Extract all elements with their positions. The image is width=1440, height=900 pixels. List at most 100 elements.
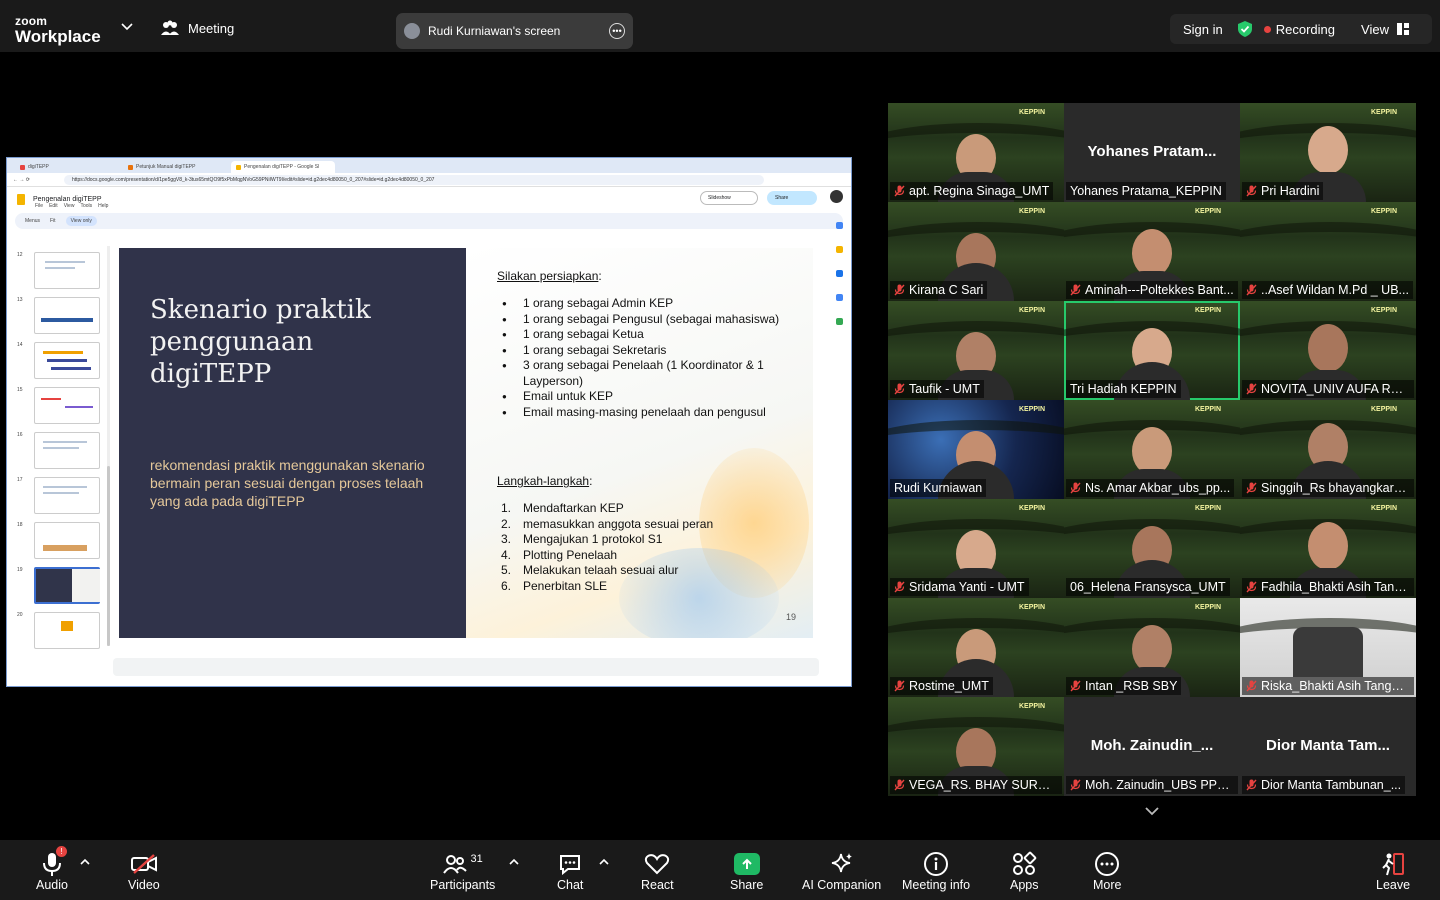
- participant-tile[interactable]: KEPPIN Pri Hardini: [1240, 103, 1416, 202]
- menu-help[interactable]: Help: [98, 203, 108, 209]
- participant-tile[interactable]: KEPPIN Kirana C Sari: [888, 202, 1064, 301]
- participant-face: [1132, 625, 1172, 673]
- menu-edit[interactable]: Edit: [49, 203, 58, 209]
- chat-button[interactable]: Chat: [557, 850, 583, 892]
- maps-icon[interactable]: [836, 318, 843, 325]
- participant-tile[interactable]: KEPPIN Rudi Kurniawan: [888, 400, 1064, 499]
- participants-button[interactable]: 31 Participants: [430, 850, 495, 892]
- browser-tab-active[interactable]: Pengenalan digiTEPP - Google Sl: [231, 161, 335, 173]
- event-logo: KEPPIN: [1018, 406, 1046, 413]
- leave-icon: [1382, 853, 1405, 876]
- speaker-notes[interactable]: [113, 658, 819, 676]
- participant-tile[interactable]: Yohanes Pratam... Yohanes Pratama_KEPPIN: [1064, 103, 1240, 202]
- browser-tab[interactable]: Petunjuk Manual digiTEPP: [123, 161, 227, 173]
- slide-thumbnail[interactable]: 17: [13, 477, 107, 515]
- slide-thumbnail[interactable]: 14: [13, 342, 107, 380]
- chevron-up-icon[interactable]: [80, 858, 90, 866]
- participant-tile[interactable]: KEPPIN Sridama Yanti - UMT: [888, 499, 1064, 598]
- view-only-badge[interactable]: View only: [65, 216, 97, 226]
- thumb-number: 13: [17, 297, 23, 303]
- meeting-info-button[interactable]: Meeting info: [902, 850, 970, 892]
- zoom-logo[interactable]: zoom Workplace: [15, 14, 101, 45]
- shield-check-icon[interactable]: [1236, 20, 1254, 38]
- avatar: [404, 23, 420, 39]
- list-item: 1. Mendaftarkan KEP: [501, 501, 624, 515]
- slide-thumbnail-selected[interactable]: 19: [13, 567, 107, 605]
- account-avatar[interactable]: [830, 190, 843, 203]
- event-logo: KEPPIN: [1018, 604, 1046, 611]
- menu-file[interactable]: File: [35, 203, 43, 209]
- slide-thumbnail[interactable]: 18: [13, 522, 107, 560]
- participant-tile[interactable]: KEPPIN Intan _RSB SBY: [1064, 598, 1240, 697]
- filmstrip-scrollbar[interactable]: [107, 246, 110, 646]
- slide-thumbnail[interactable]: 13: [13, 297, 107, 335]
- participant-tile[interactable]: KEPPIN VEGA_RS. BHAY SURABA...: [888, 697, 1064, 796]
- participant-tile[interactable]: KEPPIN Ns. Amar Akbar_ubs_pp...: [1064, 400, 1240, 499]
- more-button[interactable]: More: [1093, 850, 1121, 892]
- browser-tab[interactable]: digiTEPP: [15, 161, 119, 173]
- leave-button[interactable]: Leave: [1376, 850, 1410, 892]
- participant-tile[interactable]: KEPPIN NOVITA_UNIV AUFA RO...: [1240, 301, 1416, 400]
- apps-button[interactable]: Apps: [1010, 850, 1039, 892]
- participant-name-bar: NOVITA_UNIV AUFA RO...: [1242, 380, 1414, 398]
- participant-name: Taufik - UMT: [909, 382, 980, 396]
- participant-tile[interactable]: Dior Manta Tam... Dior Manta Tambunan_...: [1240, 697, 1416, 796]
- participant-tile[interactable]: KEPPIN Tri Hadiah KEPPIN: [1064, 301, 1240, 400]
- url-field[interactable]: https://docs.google.com/presentation/d/1…: [63, 174, 764, 185]
- ai-companion-button[interactable]: AI Companion: [802, 850, 881, 892]
- video-off-icon: [130, 854, 157, 874]
- participant-name: ..Asef Wildan M.Pd _ UB...: [1261, 283, 1409, 297]
- meeting-button[interactable]: Meeting: [160, 20, 234, 36]
- audio-button[interactable]: ! Audio: [36, 846, 68, 892]
- participant-tile[interactable]: Riska_Bhakti Asih Tanger...: [1240, 598, 1416, 697]
- zoom-select[interactable]: Fit: [50, 218, 56, 224]
- participant-name-bar: Riska_Bhakti Asih Tanger...: [1242, 677, 1414, 695]
- react-button[interactable]: React: [641, 850, 674, 892]
- menus-search[interactable]: Menus: [25, 218, 40, 224]
- event-logo: KEPPIN: [1194, 307, 1222, 314]
- calendar-icon[interactable]: [836, 222, 843, 229]
- chevron-up-icon[interactable]: [509, 858, 519, 866]
- participant-tile[interactable]: Moh. Zainudin_... Moh. Zainudin_UBS PPNI.…: [1064, 697, 1240, 796]
- participant-tile[interactable]: KEPPIN Aminah---Poltekkes Bant...: [1064, 202, 1240, 301]
- participant-tile[interactable]: KEPPIN Fadhila_Bhakti Asih Tang...: [1240, 499, 1416, 598]
- slide-thumbnail[interactable]: 16: [13, 432, 107, 470]
- event-logo: KEPPIN: [1194, 505, 1222, 512]
- menu-view[interactable]: View: [64, 203, 75, 209]
- participant-tile[interactable]: KEPPIN Rostime_UMT: [888, 598, 1064, 697]
- chevron-down-icon[interactable]: [1144, 806, 1160, 816]
- mic-muted-icon: [894, 779, 905, 791]
- participant-tile[interactable]: KEPPIN Singgih_Rs bhayangkara...: [1240, 400, 1416, 499]
- slideshow-button[interactable]: Slideshow: [700, 191, 758, 205]
- slide-thumbnail[interactable]: 15: [13, 387, 107, 425]
- sign-in-button[interactable]: Sign in: [1170, 22, 1236, 37]
- screen-share-indicator[interactable]: Rudi Kurniawan's screen •••: [396, 13, 633, 49]
- participant-name: Rostime_UMT: [909, 679, 989, 693]
- nav-arrows-icon[interactable]: ← → ⟳: [13, 177, 30, 183]
- favicon-icon: [20, 164, 25, 170]
- keep-icon[interactable]: [836, 246, 843, 253]
- view-button[interactable]: View: [1361, 22, 1409, 37]
- participant-name-bar: 06_Helena Fransysca_UMT: [1066, 578, 1230, 596]
- recording-indicator[interactable]: Recording: [1254, 22, 1335, 37]
- chevron-down-icon[interactable]: [121, 22, 133, 32]
- tab-label: Petunjuk Manual digiTEPP: [136, 164, 196, 170]
- menu-tools[interactable]: Tools: [80, 203, 92, 209]
- chevron-up-icon[interactable]: [599, 858, 609, 866]
- slide-thumbnail[interactable]: 12: [13, 252, 107, 290]
- participant-tile[interactable]: KEPPIN ..Asef Wildan M.Pd _ UB...: [1240, 202, 1416, 301]
- share-screen-button[interactable]: Share: [730, 850, 763, 892]
- participant-name-bar: Taufik - UMT: [890, 380, 984, 398]
- participant-tile[interactable]: KEPPIN 06_Helena Fransysca_UMT: [1064, 499, 1240, 598]
- doc-title[interactable]: Pengenalan digiTEPP: [33, 196, 102, 203]
- participant-tile[interactable]: KEPPIN Taufik - UMT: [888, 301, 1064, 400]
- slide-thumbnail[interactable]: 20: [13, 612, 107, 650]
- doc-share-button[interactable]: Share: [767, 191, 817, 205]
- contacts-icon[interactable]: [836, 294, 843, 301]
- participant-display-name: Yohanes Pratam...: [1087, 143, 1217, 160]
- video-button[interactable]: Video: [128, 850, 160, 892]
- tasks-icon[interactable]: [836, 270, 843, 277]
- participant-tile[interactable]: KEPPIN apt. Regina Sinaga_UMT: [888, 103, 1064, 202]
- list-item: 4. Plotting Penelaah: [501, 547, 618, 562]
- more-options-icon[interactable]: •••: [609, 23, 625, 39]
